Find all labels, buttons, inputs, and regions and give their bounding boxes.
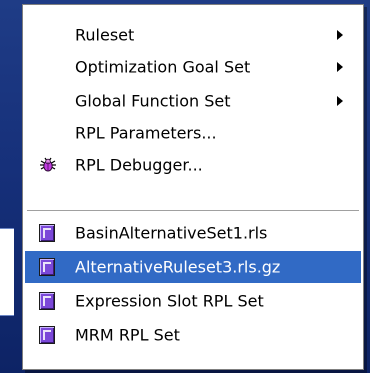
menu-item-basin-alternative-set[interactable]: BasinAlternativeSet1.rls — [25, 217, 361, 249]
bug-icon — [39, 156, 56, 174]
submenu-arrow-icon — [337, 96, 343, 106]
menu-item-ruleset[interactable]: Ruleset — [25, 19, 361, 51]
menu-item-expression-slot-rpl-set[interactable]: Expression Slot RPL Set — [25, 285, 361, 317]
ruleset-file-icon — [39, 224, 55, 242]
menu-item-label: Expression Slot RPL Set — [75, 291, 264, 311]
menu-item-label: Optimization Goal Set — [75, 57, 251, 77]
ruleset-file-icon — [39, 292, 55, 310]
menu-item-label: RPL Parameters... — [75, 123, 217, 143]
menu-item-label: RPL Debugger... — [75, 155, 203, 175]
menu-item-rpl-parameters[interactable]: RPL Parameters... — [25, 117, 361, 149]
menu-item-global-function-set[interactable]: Global Function Set — [25, 85, 361, 117]
menu-item-label: Global Function Set — [75, 91, 231, 111]
menu-item-label: BasinAlternativeSet1.rls — [75, 223, 268, 243]
menu-item-optimization-goal-set[interactable]: Optimization Goal Set — [25, 51, 361, 83]
submenu-arrow-icon — [337, 30, 343, 40]
menu-item-alternative-ruleset3[interactable]: AlternativeRuleset3.rls.gz — [25, 251, 361, 283]
ruleset-file-icon — [39, 258, 55, 276]
background-window-edge — [0, 228, 14, 316]
menu-item-rpl-debugger[interactable]: RPL Debugger... — [25, 149, 361, 181]
submenu-arrow-icon — [337, 62, 343, 72]
ruleset-file-icon — [39, 326, 55, 344]
context-menu: Ruleset Optimization Goal Set Global Fun… — [22, 4, 364, 370]
menu-separator — [27, 210, 359, 212]
menu-item-label: Ruleset — [75, 25, 135, 45]
menu-item-mrm-rpl-set[interactable]: MRM RPL Set — [25, 319, 361, 351]
menu-item-label: AlternativeRuleset3.rls.gz — [75, 257, 281, 277]
menu-item-label: MRM RPL Set — [75, 325, 180, 345]
